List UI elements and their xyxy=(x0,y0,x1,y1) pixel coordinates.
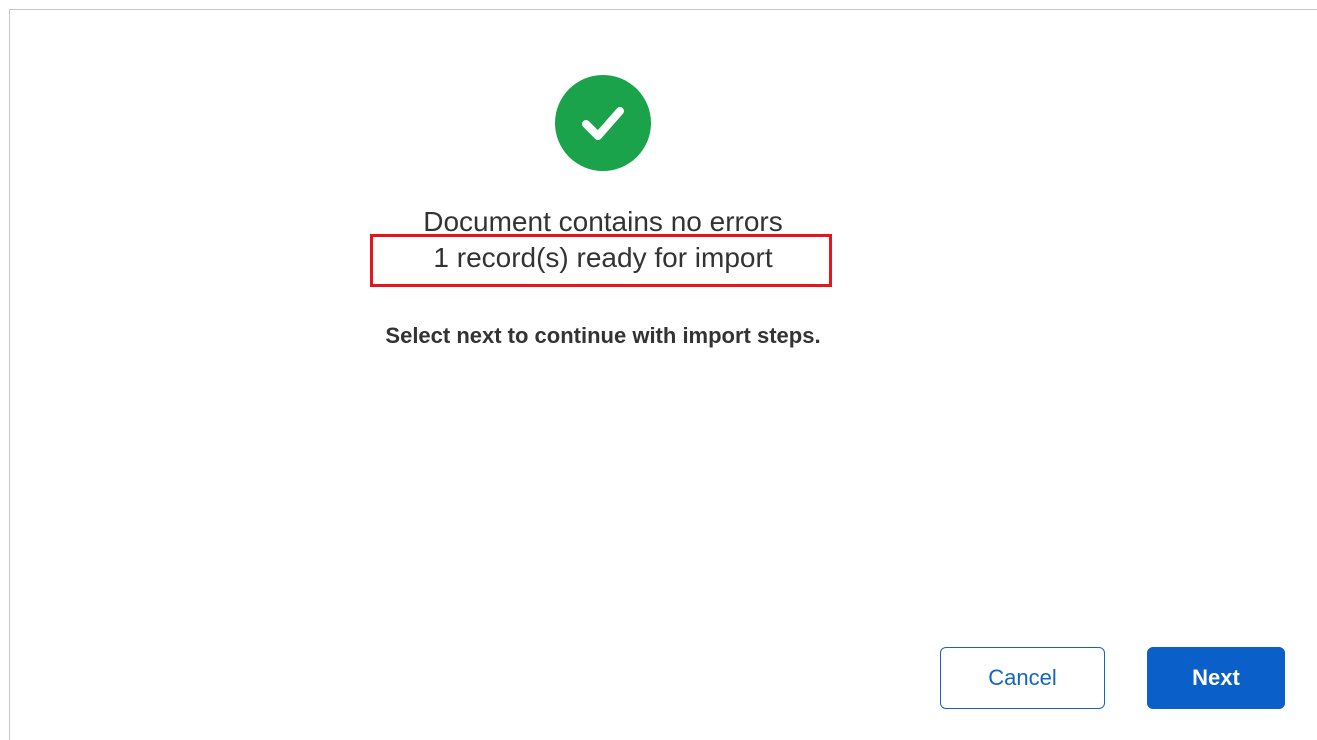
next-button[interactable]: Next xyxy=(1147,647,1285,709)
instruction-text: Select next to continue with import step… xyxy=(385,323,821,348)
checkmark-icon xyxy=(582,107,624,140)
import-validation-panel: Document contains no errors 1 record(s) … xyxy=(9,9,1317,740)
cancel-button[interactable]: Cancel xyxy=(940,647,1105,709)
check-circle-icon xyxy=(555,75,651,171)
record-count-text: 1 record(s) ready for import xyxy=(433,242,773,273)
